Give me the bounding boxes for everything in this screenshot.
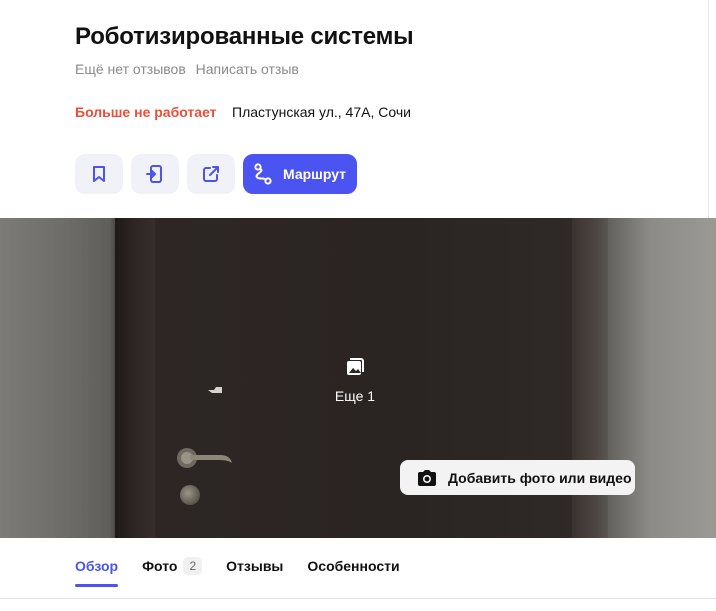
write-review-link[interactable]: Написать отзыв: [196, 61, 299, 77]
photo-door-edge: [115, 218, 155, 538]
tab-photos[interactable]: Фото 2: [142, 557, 203, 587]
gallery-icon: [347, 358, 364, 375]
tab-reviews[interactable]: Отзывы: [226, 557, 283, 587]
more-photos-label: Еще 1: [334, 388, 376, 404]
page-title: Роботизированные системы: [75, 23, 414, 50]
add-photo-button[interactable]: Добавить фото или видео: [400, 460, 635, 495]
tab-features-label: Особенности: [307, 558, 400, 574]
action-bar: Маршрут: [75, 154, 357, 194]
share-icon: [203, 166, 219, 182]
door-handle-image: [177, 448, 232, 468]
tab-reviews-label: Отзывы: [226, 558, 284, 574]
tab-bar: Обзор Фото 2 Отзывы Особенности: [75, 557, 400, 587]
door-lock-image: [180, 485, 200, 505]
tabs-divider: [0, 598, 716, 599]
route-button[interactable]: Маршрут: [243, 154, 357, 194]
address-text[interactable]: Пластунская ул., 47А, Сочи: [232, 104, 411, 120]
more-photos-button[interactable]: Еще 1: [320, 357, 390, 404]
share-button[interactable]: [187, 154, 235, 194]
no-reviews-text: Ещё нет отзывов: [75, 61, 186, 77]
organization-card: Роботизированные системы Ещё нет отзывов…: [0, 0, 716, 611]
scrollbar[interactable]: [708, 0, 716, 218]
door-sticker-image: [208, 387, 222, 393]
camera-icon: [418, 469, 436, 486]
tab-features[interactable]: Особенности: [307, 557, 399, 587]
tab-photos-label: Фото: [142, 558, 178, 574]
photo-gallery[interactable]: Еще 1 Добавить фото или видео: [0, 218, 716, 538]
add-photo-label: Добавить фото или видео: [448, 469, 632, 486]
tab-overview[interactable]: Обзор: [75, 557, 119, 587]
route-label: Маршрут: [283, 166, 347, 182]
photos-count-badge: 2: [183, 557, 203, 575]
route-icon: [254, 163, 272, 185]
status-label: Больше не работает: [75, 104, 217, 120]
bookmark-icon: [93, 166, 105, 182]
send-to-phone-button[interactable]: [131, 154, 179, 194]
reviews-line: Ещё нет отзывов Написать отзыв: [75, 61, 299, 77]
send-to-phone-icon: [146, 165, 162, 183]
bookmark-button[interactable]: [75, 154, 123, 194]
tab-overview-label: Обзор: [75, 558, 119, 574]
